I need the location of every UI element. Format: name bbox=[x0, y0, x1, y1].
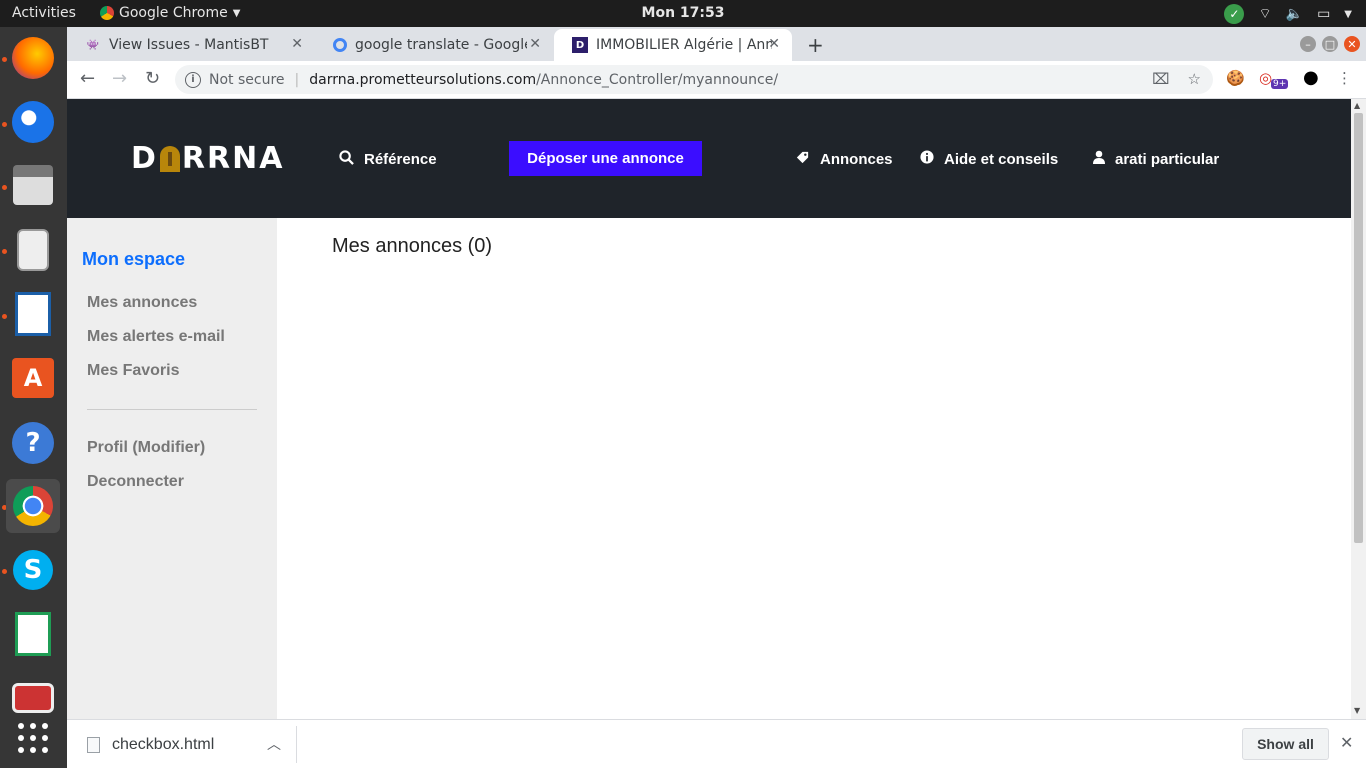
nav-aide[interactable]: Aide et conseils bbox=[920, 150, 1058, 168]
darrna-favicon-icon: D bbox=[572, 37, 588, 53]
file-icon bbox=[87, 737, 100, 753]
app-name: Google Chrome bbox=[119, 5, 228, 21]
close-icon[interactable]: ✕ bbox=[291, 36, 303, 52]
apps-grid-icon[interactable] bbox=[6, 711, 60, 765]
scroll-down-icon[interactable]: ▼ bbox=[1354, 706, 1360, 715]
nav-reference[interactable]: Référence bbox=[339, 150, 437, 169]
nav-user[interactable]: arati particular bbox=[1093, 150, 1219, 168]
chevron-down-icon: ▼ bbox=[232, 7, 241, 19]
volume-icon[interactable]: 🔈 bbox=[1286, 6, 1303, 22]
nav-annonces[interactable]: Annonces bbox=[795, 150, 893, 169]
tab-mantis[interactable]: 👾 View Issues - MantisBT ✕ bbox=[67, 29, 315, 61]
sidebar-heading: Mon espace bbox=[82, 249, 186, 269]
sidebar-item-favoris[interactable]: Mes Favoris bbox=[87, 362, 179, 380]
chrome-window: 👾 View Issues - MantisBT ✕ google transl… bbox=[67, 27, 1366, 768]
post-ad-button[interactable]: Déposer une annonce bbox=[509, 141, 702, 176]
reload-icon[interactable]: ↻ bbox=[145, 68, 160, 89]
thunderbird-icon[interactable] bbox=[6, 95, 60, 149]
close-icon[interactable]: ✕ bbox=[529, 36, 541, 52]
dock: A ? S bbox=[0, 27, 67, 768]
forward-arrow-icon[interactable]: → bbox=[112, 68, 127, 89]
activities-button[interactable]: Activities bbox=[12, 5, 76, 21]
vertical-scrollbar[interactable]: ▲ ▼ bbox=[1351, 99, 1366, 719]
system-tray[interactable]: ✓ ⌔ 🔈 ▭ ▼ bbox=[1224, 4, 1352, 24]
browser-toolbar: ← → ↻ i Not secure | darrna.prometteurso… bbox=[67, 61, 1366, 99]
url-host: darrna.prometteursolutions.com bbox=[309, 71, 537, 88]
show-all-button[interactable]: Show all bbox=[1242, 728, 1329, 760]
rhythmbox-icon[interactable] bbox=[6, 223, 60, 277]
scroll-up-icon[interactable]: ▲ bbox=[1354, 101, 1360, 110]
site-header: D RRNA Référence Déposer une annonce Anno… bbox=[67, 99, 1351, 218]
chrome-icon[interactable] bbox=[6, 479, 60, 533]
info-icon[interactable]: i bbox=[185, 71, 201, 88]
download-filename: checkbox.html bbox=[112, 736, 215, 753]
wifi-icon[interactable]: ⌔ bbox=[1258, 5, 1271, 23]
tab-immobilier[interactable]: D IMMOBILIER Algérie | Ann ✕ bbox=[554, 29, 792, 61]
door-logo-icon bbox=[159, 145, 180, 172]
tag-icon bbox=[795, 150, 810, 169]
page-title: Mes annonces (0) bbox=[332, 235, 493, 257]
download-bar: checkbox.html ︿ Show all ✕ bbox=[67, 719, 1366, 768]
maximize-icon[interactable]: □ bbox=[1322, 36, 1338, 52]
google-favicon-icon bbox=[333, 38, 347, 52]
page-viewport: D RRNA Référence Déposer une annonce Anno… bbox=[67, 99, 1351, 719]
account-sidebar: Mon espace Mes annonces Mes alertes e-ma… bbox=[67, 218, 277, 719]
window-controls: – □ ✕ bbox=[1300, 36, 1360, 52]
sidebar-item-profil[interactable]: Profil (Modifier) bbox=[87, 439, 205, 457]
tab-strip: 👾 View Issues - MantisBT ✕ google transl… bbox=[67, 27, 1366, 61]
user-icon bbox=[1093, 150, 1105, 168]
skype-icon[interactable]: S bbox=[6, 543, 60, 597]
files-icon[interactable] bbox=[6, 158, 60, 212]
close-window-icon[interactable]: ✕ bbox=[1344, 36, 1360, 52]
profile-avatar-icon[interactable]: ● bbox=[1303, 67, 1319, 88]
update-check-icon[interactable]: ✓ bbox=[1224, 4, 1245, 24]
info-circle-icon bbox=[920, 150, 934, 168]
bookmark-star-icon[interactable]: ☆ bbox=[1188, 70, 1201, 88]
help-icon[interactable]: ? bbox=[6, 416, 60, 470]
chevron-down-icon[interactable]: ▼ bbox=[1344, 9, 1352, 20]
site-logo[interactable]: D RRNA bbox=[131, 141, 284, 176]
sidebar-divider bbox=[87, 409, 257, 410]
close-icon[interactable]: ✕ bbox=[1340, 733, 1353, 753]
new-tab-button[interactable]: + bbox=[807, 33, 824, 57]
menu-dots-icon[interactable]: ⋮ bbox=[1337, 69, 1352, 87]
software-icon[interactable]: A bbox=[6, 351, 60, 405]
writer-icon[interactable] bbox=[6, 287, 60, 341]
back-arrow-icon[interactable]: ← bbox=[80, 68, 95, 89]
url-path: /Annonce_Controller/myannounce/ bbox=[536, 71, 779, 88]
app-menu[interactable]: Google Chrome ▼ bbox=[100, 5, 240, 21]
battery-icon[interactable]: ▭ bbox=[1317, 6, 1330, 22]
mantis-favicon-icon: 👾 bbox=[86, 39, 100, 51]
scrollbar-thumb[interactable] bbox=[1354, 113, 1363, 543]
chrome-small-icon bbox=[100, 6, 114, 20]
address-bar[interactable]: i Not secure | darrna.prometteursolution… bbox=[175, 65, 1213, 94]
tab-google-translate[interactable]: google translate - Google ✕ bbox=[315, 29, 553, 61]
download-item[interactable]: checkbox.html bbox=[87, 736, 214, 754]
extension-icon[interactable]: 🍪 bbox=[1226, 69, 1245, 87]
chevron-up-icon[interactable]: ︿ bbox=[267, 734, 281, 754]
sidebar-item-alertes[interactable]: Mes alertes e-mail bbox=[87, 328, 225, 346]
sidebar-item-deconnecter[interactable]: Deconnecter bbox=[87, 473, 184, 491]
extension-badge-icon[interactable]: ◎ 9+ bbox=[1259, 69, 1289, 89]
calc-icon[interactable] bbox=[6, 607, 60, 661]
sidebar-item-mes-annonces[interactable]: Mes annonces bbox=[87, 294, 197, 312]
firefox-icon[interactable] bbox=[6, 31, 60, 85]
search-icon bbox=[339, 150, 354, 169]
close-icon[interactable]: ✕ bbox=[768, 36, 780, 52]
translate-icon[interactable]: ⌧ bbox=[1152, 70, 1169, 88]
minimize-icon[interactable]: – bbox=[1300, 36, 1316, 52]
system-top-bar: Activities Google Chrome ▼ Mon 17:53 ✓ ⌔… bbox=[0, 0, 1366, 27]
